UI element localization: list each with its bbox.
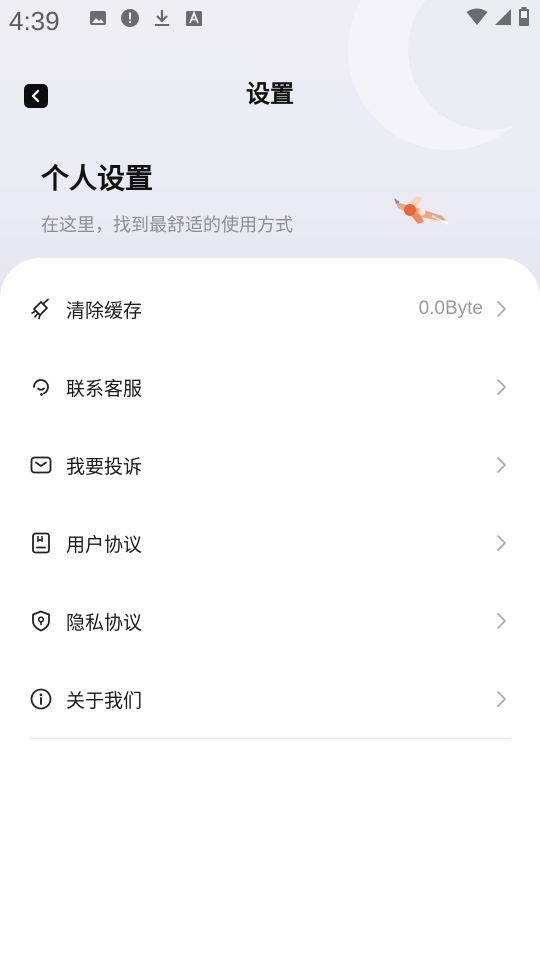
menu-item-user-agreement[interactable]: 用户协议 bbox=[0, 504, 540, 582]
status-time: 4:39 bbox=[9, 6, 60, 36]
chevron-right-icon bbox=[497, 691, 506, 707]
page-title: 设置 bbox=[246, 80, 294, 108]
alert-icon bbox=[120, 8, 140, 28]
chevron-right-icon bbox=[497, 379, 506, 395]
envelope-icon bbox=[30, 454, 52, 476]
menu-item-complaint[interactable]: 我要投诉 bbox=[0, 426, 540, 504]
hero-title: 个人设置 bbox=[41, 162, 154, 195]
menu-item-label: 清除缓存 bbox=[66, 299, 143, 322]
menu-item-label: 用户协议 bbox=[66, 533, 143, 556]
chevron-right-icon bbox=[497, 613, 506, 629]
download-icon bbox=[152, 8, 172, 28]
headset-icon bbox=[30, 376, 52, 398]
menu-item-about-us[interactable]: 关于我们 bbox=[0, 660, 540, 738]
a-box-icon bbox=[184, 8, 204, 28]
menu-item-privacy-policy[interactable]: 隐私协议 bbox=[0, 582, 540, 660]
wifi-icon bbox=[466, 8, 488, 26]
notification-icons bbox=[88, 8, 204, 28]
menu-item-contact-support[interactable]: 联系客服 bbox=[0, 348, 540, 426]
system-icons bbox=[466, 7, 530, 27]
info-icon bbox=[30, 688, 52, 710]
document-icon bbox=[30, 532, 52, 554]
settings-menu: 清除缓存 0.0Byte 联系客服 我要投诉 用户协议 隐私协议 关于我们 bbox=[0, 270, 540, 738]
rocket-illustration bbox=[392, 188, 450, 234]
header-background bbox=[0, 0, 540, 300]
chevron-right-icon bbox=[497, 301, 506, 317]
divider bbox=[30, 738, 510, 739]
menu-item-clear-cache[interactable]: 清除缓存 0.0Byte bbox=[0, 270, 540, 348]
battery-icon bbox=[518, 7, 530, 27]
menu-item-label: 联系客服 bbox=[66, 377, 143, 400]
menu-item-label: 我要投诉 bbox=[66, 455, 143, 478]
status-bar: 4:39 bbox=[0, 0, 540, 44]
cache-size-value: 0.0Byte bbox=[418, 298, 483, 319]
chevron-right-icon bbox=[497, 457, 506, 473]
chevron-right-icon bbox=[497, 535, 506, 551]
menu-item-label: 隐私协议 bbox=[66, 611, 143, 634]
hero-subtitle: 在这里，找到最舒适的使用方式 bbox=[41, 215, 293, 236]
menu-item-label: 关于我们 bbox=[66, 689, 143, 712]
cell-signal-icon bbox=[494, 8, 512, 26]
broom-icon bbox=[30, 298, 52, 320]
shield-lock-icon bbox=[30, 610, 52, 632]
image-icon bbox=[88, 8, 108, 28]
